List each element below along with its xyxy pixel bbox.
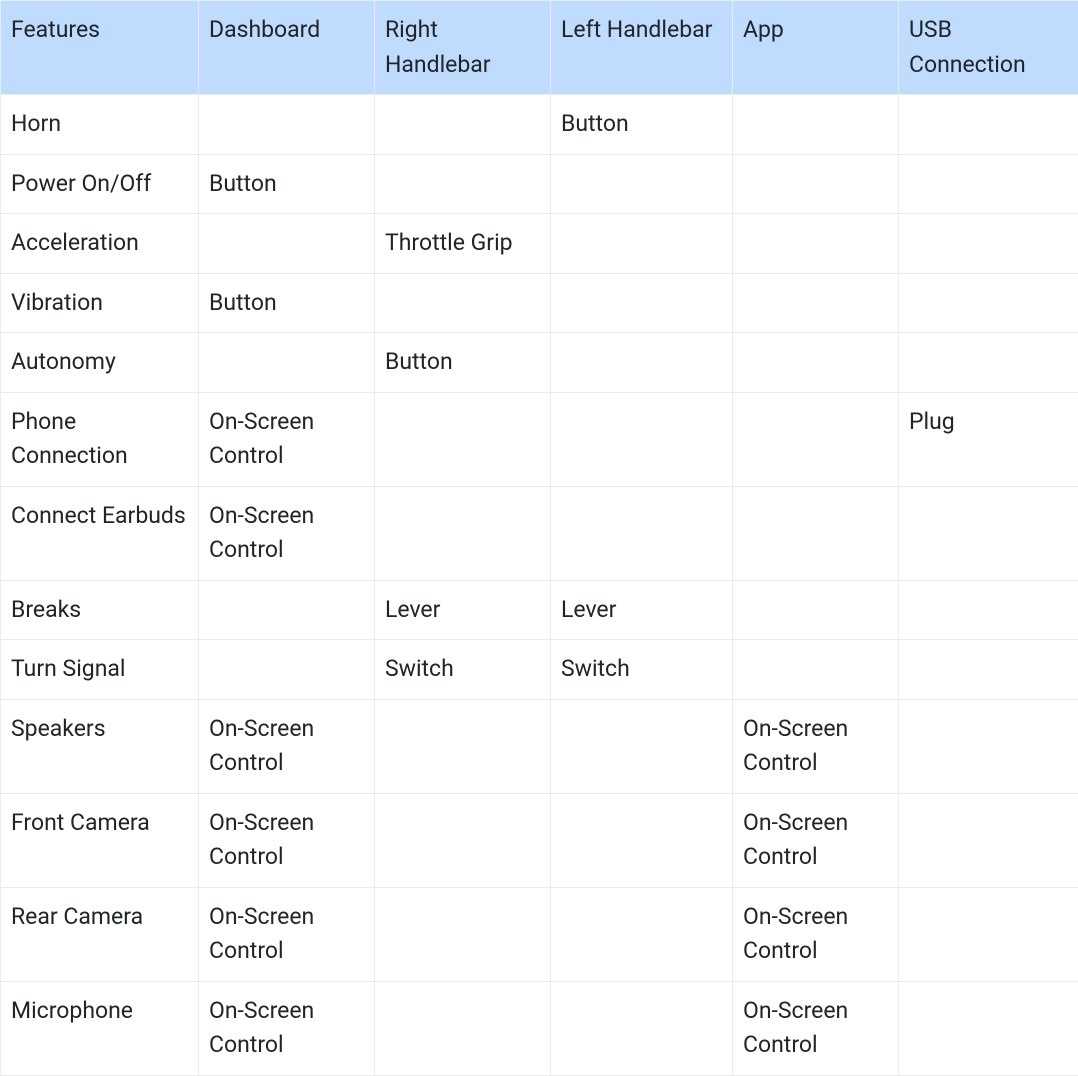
table-row: Power On/Off Button [1,154,1078,214]
header-dashboard: Dashboard [199,1,375,95]
cell-feature: Connect Earbuds [1,486,199,580]
cell-app: On-Screen Control [733,793,899,887]
cell-left [551,214,733,274]
cell-left [551,154,733,214]
cell-app [733,580,899,640]
cell-usb [899,95,1078,155]
cell-left [551,392,733,486]
table-row: Vibration Button [1,273,1078,333]
cell-usb [899,214,1078,274]
cell-right: Switch [375,640,551,700]
cell-app [733,333,899,393]
cell-app [733,154,899,214]
cell-feature: Turn Signal [1,640,199,700]
table-row: Microphone On-Screen Control On-Screen C… [1,981,1078,1075]
table-row: Acceleration Throttle Grip [1,214,1078,274]
cell-left [551,333,733,393]
cell-left [551,486,733,580]
cell-app: On-Screen Control [733,981,899,1075]
cell-left [551,273,733,333]
cell-feature: Autonomy [1,333,199,393]
table-row: Speakers On-Screen Control On-Screen Con… [1,699,1078,793]
cell-usb [899,793,1078,887]
cell-usb [899,580,1078,640]
cell-feature: Horn [1,95,199,155]
cell-app: On-Screen Control [733,887,899,981]
cell-app [733,486,899,580]
table-row: Connect Earbuds On-Screen Control [1,486,1078,580]
table-row: Front Camera On-Screen Control On-Screen… [1,793,1078,887]
cell-dashboard: On-Screen Control [199,699,375,793]
cell-right: Throttle Grip [375,214,551,274]
cell-dashboard [199,95,375,155]
table-row: Rear Camera On-Screen Control On-Screen … [1,887,1078,981]
cell-left: Lever [551,580,733,640]
cell-app [733,273,899,333]
cell-left: Switch [551,640,733,700]
cell-dashboard [199,580,375,640]
table-row: Breaks Lever Lever [1,580,1078,640]
cell-right [375,699,551,793]
cell-app [733,640,899,700]
cell-dashboard: On-Screen Control [199,981,375,1075]
cell-dashboard: Button [199,273,375,333]
cell-usb [899,981,1078,1075]
cell-feature: Speakers [1,699,199,793]
cell-dashboard [199,640,375,700]
cell-left [551,699,733,793]
cell-right: Button [375,333,551,393]
cell-usb [899,333,1078,393]
cell-usb [899,486,1078,580]
cell-right [375,392,551,486]
cell-feature: Power On/Off [1,154,199,214]
cell-usb [899,640,1078,700]
cell-right [375,486,551,580]
cell-right [375,273,551,333]
cell-right: Lever [375,580,551,640]
cell-usb: Plug [899,392,1078,486]
cell-dashboard: On-Screen Control [199,486,375,580]
cell-usb [899,699,1078,793]
table-row: Turn Signal Switch Switch [1,640,1078,700]
cell-app: On-Screen Control [733,699,899,793]
features-table: Features Dashboard Right Handlebar Left … [0,0,1078,1076]
cell-left: Button [551,95,733,155]
cell-feature: Front Camera [1,793,199,887]
cell-usb [899,273,1078,333]
cell-app [733,214,899,274]
cell-dashboard [199,214,375,274]
header-left-handlebar: Left Handlebar [551,1,733,95]
cell-right [375,95,551,155]
table-row: Phone Connection On-Screen Control Plug [1,392,1078,486]
cell-dashboard: Button [199,154,375,214]
cell-app [733,392,899,486]
header-app: App [733,1,899,95]
cell-left [551,887,733,981]
cell-dashboard: On-Screen Control [199,793,375,887]
cell-right [375,887,551,981]
cell-right [375,981,551,1075]
cell-usb [899,887,1078,981]
cell-usb [899,154,1078,214]
cell-right [375,793,551,887]
cell-feature: Vibration [1,273,199,333]
header-features: Features [1,1,199,95]
cell-left [551,981,733,1075]
header-right-handlebar: Right Handlebar [375,1,551,95]
cell-dashboard: On-Screen Control [199,392,375,486]
cell-feature: Breaks [1,580,199,640]
cell-feature: Microphone [1,981,199,1075]
cell-left [551,793,733,887]
cell-feature: Acceleration [1,214,199,274]
cell-dashboard: On-Screen Control [199,887,375,981]
table-row: Horn Button [1,95,1078,155]
table-row: Autonomy Button [1,333,1078,393]
table-header-row: Features Dashboard Right Handlebar Left … [1,1,1078,95]
cell-feature: Rear Camera [1,887,199,981]
cell-dashboard [199,333,375,393]
cell-feature: Phone Connection [1,392,199,486]
cell-app [733,95,899,155]
cell-right [375,154,551,214]
header-usb-connection: USB Connection [899,1,1078,95]
